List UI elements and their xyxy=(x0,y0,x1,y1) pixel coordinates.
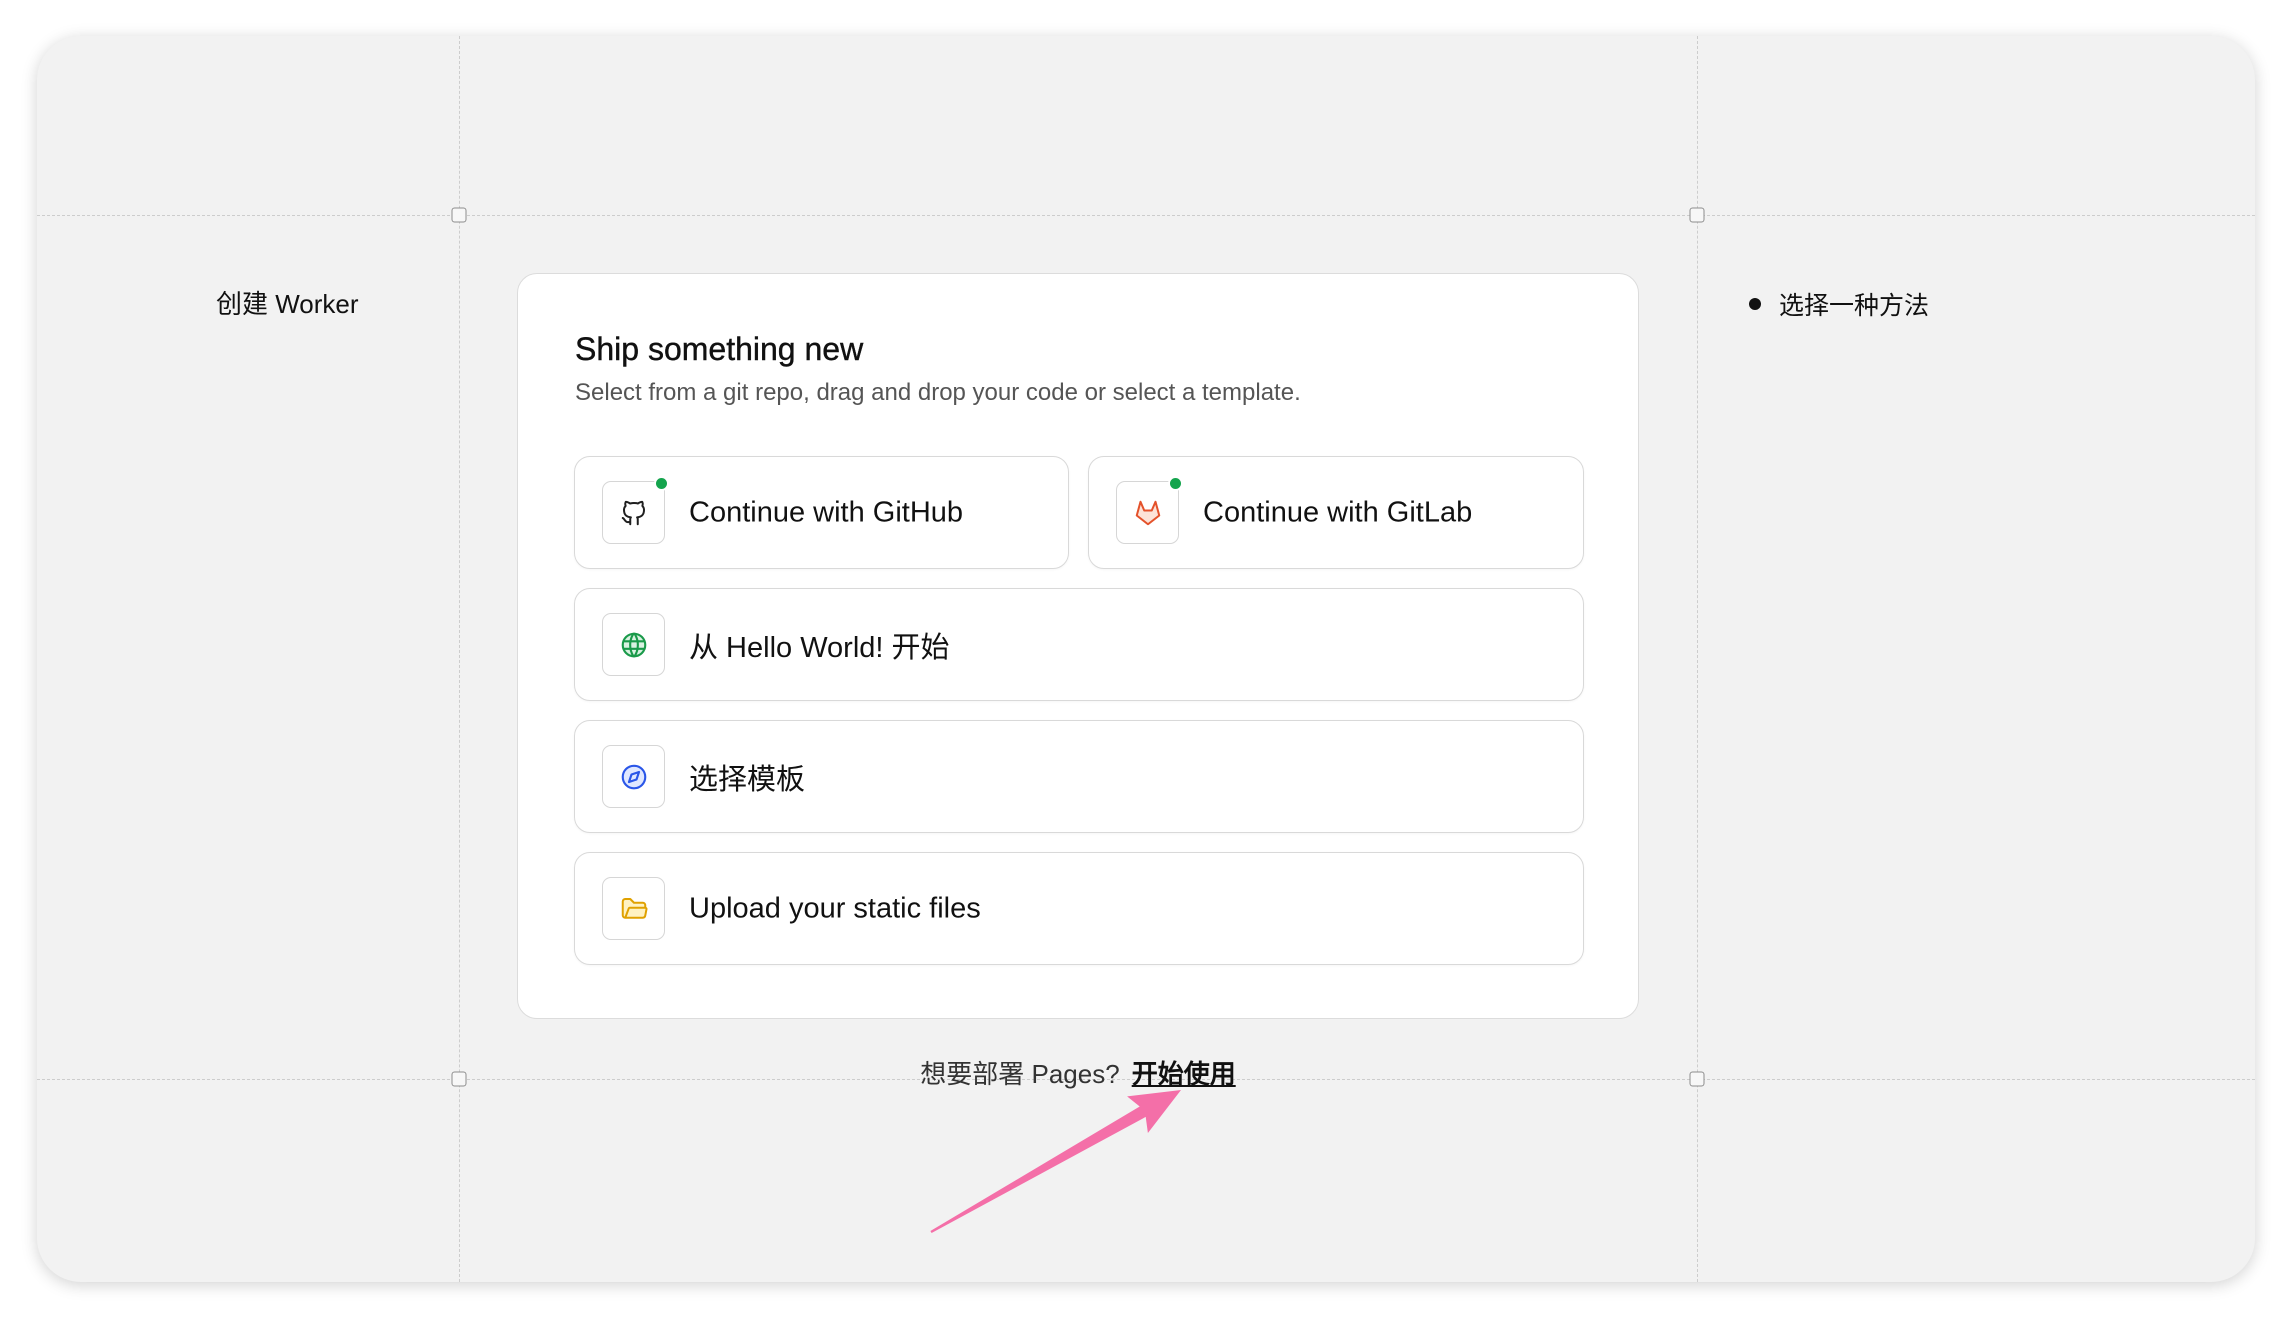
start-from-hello-world-button[interactable]: 从 Hello World! 开始 xyxy=(574,588,1584,701)
option-icon-box xyxy=(602,613,665,676)
card-subtitle: Select from a git repo, drag and drop yo… xyxy=(575,379,1301,406)
corner-handle xyxy=(451,1071,467,1087)
pages-prompt-text: 想要部署 Pages? xyxy=(920,1059,1120,1089)
status-dot xyxy=(654,476,669,491)
guide-line-vertical xyxy=(1697,36,1698,1282)
upload-static-files-button[interactable]: Upload your static files xyxy=(574,852,1584,965)
guide-line-horizontal xyxy=(37,215,2255,216)
get-started-link[interactable]: 开始使用 xyxy=(1132,1059,1236,1089)
folder-open-icon xyxy=(621,897,647,919)
corner-handle xyxy=(1689,1071,1705,1087)
option-label: Continue with GitLab xyxy=(1203,496,1473,528)
continue-with-github-button[interactable]: Continue with GitHub xyxy=(574,456,1069,569)
compass-icon xyxy=(621,764,646,789)
corner-handle xyxy=(1689,207,1705,223)
option-label: Continue with GitHub xyxy=(689,496,964,528)
status-dot xyxy=(1168,476,1183,491)
card-title: Ship something new xyxy=(575,331,864,367)
app-canvas: 创建 Worker 选择一种方法 Ship something new Sele… xyxy=(37,36,2255,1282)
bullet-icon xyxy=(1749,298,1761,310)
option-icon-box xyxy=(602,877,665,940)
page-heading: 创建 Worker xyxy=(216,289,359,319)
option-icon-box xyxy=(602,476,669,544)
continue-with-gitlab-button[interactable]: Continue with GitLab xyxy=(1088,456,1584,569)
guide-line-vertical xyxy=(459,36,460,1282)
pages-prompt: 想要部署 Pages? 开始使用 xyxy=(517,1056,1639,1092)
step-label: 选择一种方法 xyxy=(1779,292,1930,320)
step-list: 选择一种方法 xyxy=(1749,288,1929,320)
option-icon-box xyxy=(1116,476,1183,544)
option-label: 选择模板 xyxy=(689,763,806,796)
step-item: 选择一种方法 xyxy=(1749,288,1929,320)
create-options-card: Ship something new Select from a git rep… xyxy=(517,273,1639,1019)
select-template-button[interactable]: 选择模板 xyxy=(574,720,1584,833)
corner-handle xyxy=(451,207,467,223)
globe-icon xyxy=(621,632,646,657)
option-icon-box xyxy=(602,745,665,808)
gitlab-icon xyxy=(1135,500,1160,525)
option-label: 从 Hello World! 开始 xyxy=(689,631,950,664)
github-icon xyxy=(621,500,645,525)
option-label: Upload your static files xyxy=(689,892,981,924)
